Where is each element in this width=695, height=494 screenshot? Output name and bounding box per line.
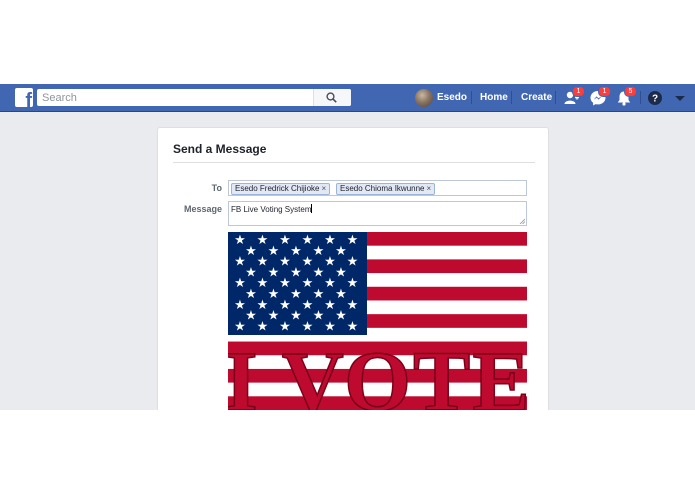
message-label: Message [183, 204, 222, 214]
flag-star: ★ [268, 244, 280, 259]
messages-button[interactable]: 1 [589, 86, 611, 107]
recipient-name: Esedo Chioma Ikwunne [340, 184, 425, 193]
flag-star: ★ [257, 233, 269, 248]
flag-star: ★ [245, 287, 257, 302]
create-link[interactable]: Create [521, 92, 552, 103]
flag-star: ★ [245, 244, 257, 259]
flag-star: ★ [279, 298, 291, 313]
flag-star: ★ [347, 233, 359, 248]
flag-star: ★ [257, 298, 269, 313]
flag-star: ★ [335, 265, 347, 280]
i-vote-flag-image: ★ ★ ★ ★ ★ ★ ★ ★ ★ ★ ★ ★ ★ ★ ★ ★ ★ ★ ★ ★ ★ ★ ★ ★ ★ ★ ★ ★ ★ ★ ★ ★ ★ ★ ★ ★ ★ ★ ★ ★… [228, 232, 527, 410]
remove-recipient-icon[interactable]: × [321, 184, 326, 193]
search-icon [326, 92, 337, 103]
flag-star: ★ [313, 309, 325, 324]
recipient-token[interactable]: Esedo Chioma Ikwunne × [336, 183, 436, 195]
nav-separator [640, 91, 641, 104]
flag-star: ★ [324, 255, 336, 270]
message-text: FB Live Voting System [231, 204, 313, 214]
notifications-button[interactable]: 5 [615, 86, 637, 107]
flag-star: ★ [234, 233, 246, 248]
flag-star: ★ [279, 233, 291, 248]
flag-star: ★ [313, 244, 325, 259]
flag-graphic: ★ ★ ★ ★ ★ ★★ ★ ★ ★ ★★ ★ ★ ★ ★ ★★ ★ ★ ★ ★★ ★ ★ ★ ★ ★★ ★ ★ ★ ★★ ★ ★ ★ ★ ★★… [228, 232, 527, 410]
flag-star: ★ [268, 265, 280, 280]
to-label: To [211, 183, 222, 193]
flag-star: ★ [257, 276, 269, 291]
flag-star: ★ [324, 233, 336, 248]
flag-star: ★ [290, 265, 302, 280]
help-icon: ? [648, 91, 662, 105]
nav-separator [471, 91, 472, 104]
flag-star: ★ [268, 309, 280, 324]
top-navbar: f Esedo Home Create 1 1 [0, 84, 695, 112]
flag-star: ★ [313, 287, 325, 302]
flag-star: ★ [245, 265, 257, 280]
facebook-logo-icon[interactable]: f [15, 88, 33, 107]
i-vote-text: I VOTE [228, 333, 527, 410]
flag-star: ★ [234, 298, 246, 313]
avatar [415, 89, 433, 107]
home-link[interactable]: Home [480, 92, 508, 103]
help-button[interactable]: ? [646, 89, 664, 107]
flag-star: ★ [313, 265, 325, 280]
divider [173, 162, 535, 163]
flag-star: ★ [347, 298, 359, 313]
message-value: FB Live Voting System [231, 205, 312, 214]
recipients-field[interactable]: Esedo Fredrick Chijioke × Esedo Chioma Ik… [228, 180, 527, 196]
flag-star: ★ [268, 287, 280, 302]
friend-requests-badge: 1 [572, 86, 585, 97]
flag-star: ★ [279, 276, 291, 291]
flag-star: ★ [302, 233, 314, 248]
flag-star: ★ [324, 298, 336, 313]
notifications-badge: 5 [624, 86, 637, 97]
svg-text:?: ? [652, 94, 658, 105]
flag-star: ★ [347, 255, 359, 270]
search-box [37, 89, 351, 106]
resize-grip-icon[interactable] [519, 218, 525, 224]
flag-star: ★ [290, 309, 302, 324]
flag-star: ★ [335, 244, 347, 259]
flag-star: ★ [347, 276, 359, 291]
flag-star: ★ [290, 287, 302, 302]
search-button[interactable] [313, 89, 351, 106]
text-caret [311, 204, 313, 213]
caret-down-icon [675, 96, 685, 101]
messages-badge: 1 [598, 86, 611, 97]
flag-star: ★ [234, 276, 246, 291]
friend-requests-button[interactable]: 1 [563, 86, 585, 107]
flag-star: ★ [290, 244, 302, 259]
flag-star: ★ [245, 309, 257, 324]
flag-star: ★ [257, 255, 269, 270]
profile-name[interactable]: Esedo [437, 92, 467, 103]
flag-star: ★ [335, 309, 347, 324]
recipient-token[interactable]: Esedo Fredrick Chijioke × [231, 183, 331, 195]
flag-star: ★ [302, 298, 314, 313]
remove-recipient-icon[interactable]: × [427, 184, 432, 193]
message-textarea[interactable]: FB Live Voting System [228, 201, 527, 226]
panel-title: Send a Message [173, 142, 267, 156]
flag-star: ★ [324, 276, 336, 291]
flag-star: ★ [302, 276, 314, 291]
page-bottom-area [157, 410, 549, 494]
search-input[interactable] [37, 89, 322, 106]
account-menu-button[interactable] [671, 89, 689, 107]
nav-separator [511, 91, 512, 104]
flag-star: ★ [234, 255, 246, 270]
recipient-name: Esedo Fredrick Chijioke [235, 184, 320, 193]
flag-star: ★ [302, 255, 314, 270]
nav-separator [555, 91, 556, 104]
flag-star: ★ [279, 255, 291, 270]
flag-star: ★ [335, 287, 347, 302]
